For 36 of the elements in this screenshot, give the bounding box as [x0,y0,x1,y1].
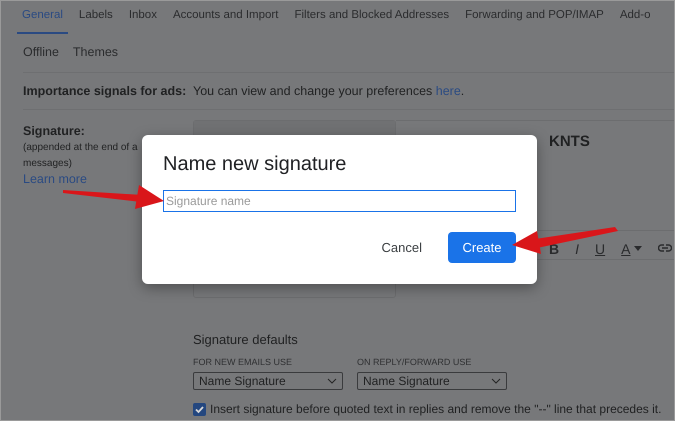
dialog-title: Name new signature [163,153,348,176]
field-label: FOR NEW EMAILS USE [193,357,294,367]
chevron-icon [491,378,501,384]
settings-tab[interactable]: Labels [74,1,118,34]
cancel-button[interactable]: Cancel [378,236,426,259]
format-button[interactable]: A [621,241,630,257]
signature-note: messages) [23,157,72,171]
format-button[interactable]: B [549,241,560,257]
link-icon[interactable] [658,244,672,252]
settings-tab[interactable]: Inbox [124,1,162,34]
format-button[interactable]: I [575,241,580,257]
setting-label: Importance signals for ads: [23,84,188,98]
signature-note: (appended at the end of a [23,141,138,155]
signature-name-field[interactable]: Signature name [163,190,516,212]
signature-select[interactable]: Name Signature [193,372,343,390]
settings-tab[interactable]: Offline [23,44,59,62]
checkbox-label: Insert signature before quoted text in replies and remove the "--" line that precedes it. [210,402,662,416]
chevron-icon [327,378,337,384]
signature-select[interactable]: Name Signature [357,372,507,390]
settings-tab[interactable]: Forwarding and POP/IMAP [460,1,609,34]
settings-tab[interactable]: Themes [72,44,118,62]
settings-tab[interactable]: Accounts and Import [168,1,284,34]
settings-tab[interactable]: General [17,1,68,34]
checkbox[interactable] [193,402,206,416]
format-button[interactable]: U [595,241,606,257]
settings-tab[interactable]: Add-o [614,1,656,34]
here-link[interactable]: here [436,84,461,98]
field-label: ON REPLY/FORWARD USE [357,357,472,367]
setting-label: Signature: [23,123,85,140]
create-button[interactable]: Create [448,232,516,263]
learn-more-link[interactable]: Learn more [23,172,87,187]
section-title: Signature defaults [193,332,299,347]
settings-tab[interactable]: Filters and Blocked Addresses [289,1,454,34]
preferences-text: You can view and change your preferences here. [193,84,464,98]
sender-name: KNTS [549,133,590,150]
caret-icon [634,246,642,251]
